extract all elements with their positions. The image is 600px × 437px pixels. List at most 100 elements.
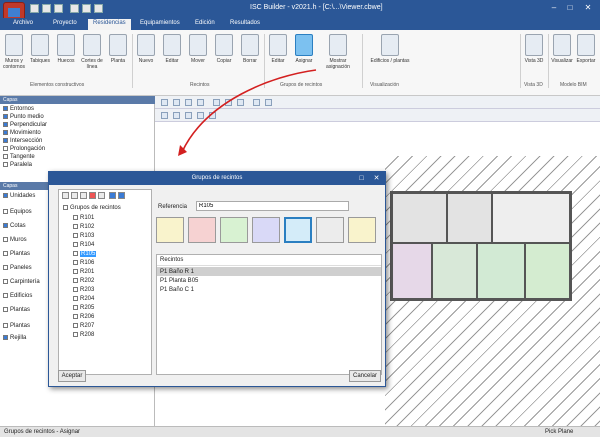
edit-group-icon[interactable] bbox=[71, 192, 78, 199]
buildings-button[interactable]: Edificios / plantas bbox=[366, 34, 414, 64]
room[interactable] bbox=[447, 193, 492, 243]
floor-plan[interactable] bbox=[390, 191, 572, 301]
partitions-button[interactable]: Tabiques bbox=[28, 34, 52, 64]
tree-item[interactable]: R102 bbox=[73, 223, 94, 232]
checkbox[interactable] bbox=[3, 292, 8, 298]
delete-room-button[interactable]: Borrar bbox=[238, 34, 262, 64]
delete-group-icon[interactable] bbox=[89, 192, 96, 199]
checkbox[interactable] bbox=[3, 113, 8, 119]
edit-group-button[interactable]: Editar bbox=[266, 34, 290, 64]
line-cuts-button[interactable]: Cortes de línea bbox=[80, 34, 104, 70]
checkbox[interactable] bbox=[3, 161, 8, 167]
tab-equipamientos[interactable]: Equipamientos bbox=[135, 19, 185, 30]
assign-group-button[interactable]: Asignar bbox=[292, 34, 316, 64]
room[interactable] bbox=[525, 243, 570, 299]
snap-item[interactable]: Prolongación bbox=[3, 145, 45, 153]
edit-room-button[interactable]: Editar bbox=[160, 34, 184, 64]
move-room-button[interactable]: Mover bbox=[186, 34, 210, 64]
tree-item[interactable]: R104 bbox=[73, 241, 94, 250]
tree-item-selected[interactable]: R105 bbox=[73, 250, 97, 259]
table-row[interactable]: P1 Planta B05 bbox=[157, 276, 381, 285]
snap-item[interactable]: Entornos bbox=[3, 105, 34, 113]
layer-item[interactable]: Paneles bbox=[3, 264, 32, 272]
room[interactable] bbox=[477, 243, 525, 299]
color-swatch-selected[interactable] bbox=[284, 217, 312, 243]
maximize-button[interactable]: □ bbox=[564, 3, 576, 13]
undo-icon[interactable] bbox=[42, 4, 51, 13]
tree-item[interactable]: R207 bbox=[73, 322, 94, 331]
tree-item[interactable]: R203 bbox=[73, 286, 94, 295]
print-icon[interactable] bbox=[82, 4, 91, 13]
color-swatch[interactable] bbox=[348, 217, 376, 243]
checkbox[interactable] bbox=[3, 153, 8, 159]
color-swatch[interactable] bbox=[188, 217, 216, 243]
snap-item[interactable]: Punto medio bbox=[3, 113, 44, 121]
select-icon[interactable] bbox=[161, 99, 168, 106]
walls-button[interactable]: Muros y contornos bbox=[2, 34, 26, 70]
layer-item[interactable]: Plantas bbox=[3, 322, 30, 330]
color-swatch[interactable] bbox=[252, 217, 280, 243]
new-room-button[interactable]: Nuevo bbox=[134, 34, 158, 64]
dialog-minimize-button[interactable]: □ bbox=[356, 173, 367, 184]
tree-item[interactable]: R205 bbox=[73, 304, 94, 313]
tree-root[interactable]: Grupos de recintos bbox=[63, 204, 121, 213]
checkbox[interactable] bbox=[3, 222, 8, 228]
table-row[interactable]: P1 Baño R 1 bbox=[157, 267, 381, 276]
layer-item[interactable]: Cotas bbox=[3, 222, 26, 230]
checkbox[interactable] bbox=[3, 264, 8, 270]
checkbox[interactable] bbox=[3, 208, 8, 214]
tab-residencias[interactable]: Residencias bbox=[88, 19, 131, 30]
room[interactable] bbox=[432, 243, 477, 299]
tree-item[interactable]: R204 bbox=[73, 295, 94, 304]
checkbox[interactable] bbox=[3, 322, 8, 328]
layer-item[interactable]: Plantas bbox=[3, 250, 30, 258]
save-icon[interactable] bbox=[30, 4, 39, 13]
tree-item[interactable]: R106 bbox=[73, 259, 94, 268]
room[interactable] bbox=[392, 193, 447, 243]
checkbox[interactable] bbox=[3, 250, 8, 256]
color-swatch[interactable] bbox=[156, 217, 184, 243]
snap-item[interactable]: Intersección bbox=[3, 137, 42, 145]
group-tree[interactable]: Grupos de recintos R101 R102 R103 R104 R… bbox=[58, 189, 152, 375]
copy-room-button[interactable]: Copiar bbox=[212, 34, 236, 64]
table-row[interactable]: P1 Baño C 1 bbox=[157, 285, 381, 294]
minimize-button[interactable]: – bbox=[548, 3, 560, 13]
tree-item[interactable]: R202 bbox=[73, 277, 94, 286]
color-swatch[interactable] bbox=[316, 217, 344, 243]
checkbox[interactable] bbox=[3, 192, 8, 198]
tree-item[interactable]: R103 bbox=[73, 232, 94, 241]
accept-button[interactable]: Aceptar bbox=[58, 370, 86, 382]
floor-button[interactable]: Planta bbox=[106, 34, 130, 64]
room[interactable] bbox=[492, 193, 570, 243]
show-assignment-button[interactable]: Mostrar asignación bbox=[320, 34, 356, 70]
copy-group-icon[interactable] bbox=[80, 192, 87, 199]
tree-item[interactable]: R208 bbox=[73, 331, 94, 340]
snap-item[interactable]: Movimiento bbox=[3, 129, 41, 137]
snap-item[interactable]: Paralela bbox=[3, 161, 32, 169]
open-icon[interactable] bbox=[70, 4, 79, 13]
dialog-close-button[interactable]: ✕ bbox=[371, 173, 382, 184]
new-group-icon[interactable] bbox=[62, 192, 69, 199]
tab-proyecto[interactable]: Proyecto bbox=[48, 19, 82, 30]
move-up-icon[interactable] bbox=[109, 192, 116, 199]
color-swatch[interactable] bbox=[220, 217, 248, 243]
tab-edicion[interactable]: Edición bbox=[190, 19, 220, 30]
help-icon[interactable] bbox=[94, 4, 103, 13]
checkbox[interactable] bbox=[3, 121, 8, 127]
checkbox[interactable] bbox=[3, 129, 8, 135]
checkbox[interactable] bbox=[3, 105, 8, 111]
cancel-button[interactable]: Cancelar bbox=[349, 370, 381, 382]
snap-icon[interactable] bbox=[161, 112, 168, 119]
checkbox[interactable] bbox=[3, 306, 8, 312]
redo-icon[interactable] bbox=[54, 4, 63, 13]
move-down-icon[interactable] bbox=[118, 192, 125, 199]
export-button[interactable]: Exportar bbox=[574, 34, 598, 64]
checkbox[interactable] bbox=[3, 145, 8, 151]
view-3d-button[interactable]: Vista 3D bbox=[522, 34, 546, 64]
layer-item[interactable]: Muros bbox=[3, 236, 27, 244]
checkbox[interactable] bbox=[3, 334, 8, 340]
checkbox[interactable] bbox=[3, 278, 8, 284]
visualize-button[interactable]: Visualizar bbox=[550, 34, 574, 64]
tree-item[interactable]: R206 bbox=[73, 313, 94, 322]
openings-button[interactable]: Huecos bbox=[54, 34, 78, 64]
